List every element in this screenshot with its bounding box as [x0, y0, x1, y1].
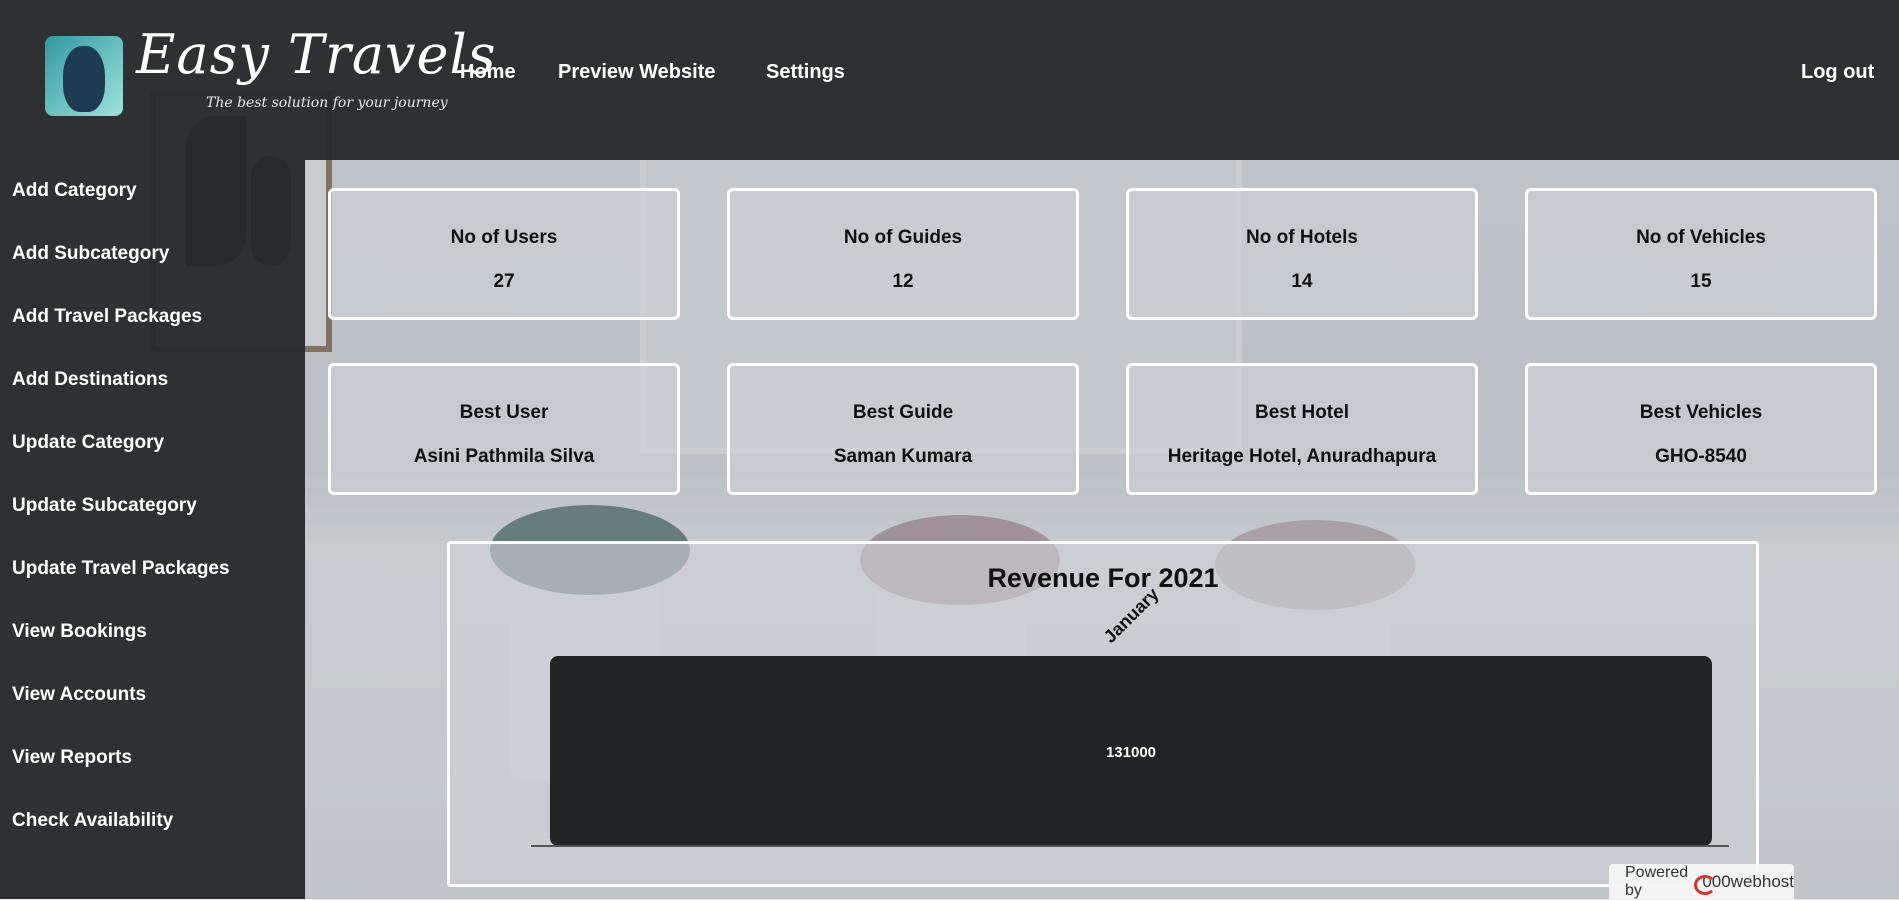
sidebar-item-update-travel-packages[interactable]: Update Travel Packages	[12, 558, 230, 580]
stat-card-users: No of Users 27	[328, 188, 680, 320]
stat-card-hotels: No of Hotels 14	[1126, 188, 1478, 320]
stat-value: 14	[1291, 271, 1313, 292]
stat-value: 15	[1690, 271, 1712, 292]
brand-name[interactable]: Easy Travels	[136, 28, 496, 82]
top-header: Easy Travels The best solution for your …	[0, 0, 1899, 160]
chart-data-label: 131000	[1106, 744, 1156, 761]
stat-value: 27	[493, 271, 515, 292]
chart-title: Revenue For 2021	[987, 563, 1218, 593]
best-card-hotel: Best Hotel Heritage Hotel, Anuradhapura	[1126, 363, 1478, 495]
sidebar: Add Category Add Subcategory Add Travel …	[0, 160, 305, 899]
sidebar-item-update-subcategory[interactable]: Update Subcategory	[12, 495, 197, 517]
best-value: Asini Pathmila Silva	[413, 446, 595, 467]
sidebar-item-view-accounts[interactable]: View Accounts	[12, 684, 146, 706]
sidebar-item-add-travel-packages[interactable]: Add Travel Packages	[12, 306, 202, 328]
logo-icon[interactable]	[45, 36, 123, 116]
best-value: Saman Kumara	[833, 446, 973, 467]
powered-by-text: Powered by	[1625, 863, 1689, 899]
revenue-chart: Revenue For 2021 131000 January	[531, 563, 1729, 847]
nav-home-link[interactable]: Home	[460, 61, 516, 84]
powered-by-badge[interactable]: Powered by 000webhost	[1609, 864, 1794, 899]
best-card-guide: Best Guide Saman Kumara	[727, 363, 1079, 495]
best-value: GHO-8540	[1655, 446, 1747, 467]
stat-label: No of Vehicles	[1636, 227, 1766, 248]
logout-link[interactable]: Log out	[1801, 61, 1874, 84]
stat-label: No of Users	[450, 227, 558, 248]
brand-tagline: The best solution for your journey	[206, 95, 448, 111]
stat-label: No of Guides	[843, 227, 963, 248]
best-value: Heritage Hotel, Anuradhapura	[1167, 446, 1437, 467]
sidebar-item-check-availability[interactable]: Check Availability	[12, 810, 173, 832]
webhost-logo-icon	[1694, 873, 1718, 895]
stat-value: 12	[892, 271, 914, 292]
best-label: Best Vehicles	[1639, 402, 1763, 423]
best-label: Best Guide	[852, 402, 954, 423]
sidebar-item-update-category[interactable]: Update Category	[12, 432, 164, 454]
stat-card-guides: No of Guides 12	[727, 188, 1079, 320]
best-label: Best User	[459, 402, 549, 423]
sidebar-item-add-category[interactable]: Add Category	[12, 180, 137, 202]
best-label: Best Hotel	[1255, 402, 1349, 423]
chart-category-label: January	[1100, 584, 1163, 647]
sidebar-item-view-reports[interactable]: View Reports	[12, 747, 132, 769]
best-card-user: Best User Asini Pathmila Silva	[328, 363, 680, 495]
stat-card-vehicles: No of Vehicles 15	[1525, 188, 1877, 320]
nav-preview-website-link[interactable]: Preview Website	[558, 61, 715, 84]
best-card-vehicles: Best Vehicles GHO-8540	[1525, 363, 1877, 495]
webhost-name: 000webhost	[1702, 871, 1794, 891]
revenue-chart-panel: Revenue For 2021 131000 January	[447, 541, 1759, 887]
sidebar-item-add-subcategory[interactable]: Add Subcategory	[12, 243, 169, 265]
sidebar-item-view-bookings[interactable]: View Bookings	[12, 621, 147, 643]
stat-label: No of Hotels	[1246, 227, 1358, 248]
sidebar-item-add-destinations[interactable]: Add Destinations	[12, 369, 168, 391]
nav-settings-link[interactable]: Settings	[766, 61, 845, 84]
